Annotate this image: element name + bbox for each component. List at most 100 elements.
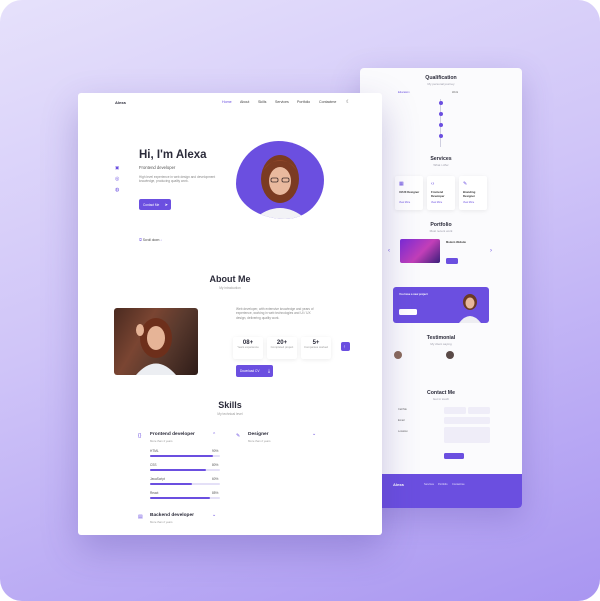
service-card[interactable]: ▦ UI/UX Designer View More	[395, 176, 423, 210]
arrow-up-icon: ↑	[343, 343, 346, 349]
skill-percent: 90%	[212, 449, 219, 453]
contact-call: Call Me	[398, 408, 407, 411]
nav-logo[interactable]: Alexa	[115, 100, 126, 105]
chevron-down-icon[interactable]: ⌄	[312, 431, 316, 437]
service-link[interactable]: View More	[399, 201, 410, 204]
chevron-left-icon[interactable]: ‹	[388, 248, 390, 254]
nav-home[interactable]: Home	[222, 100, 232, 104]
about-photo	[114, 308, 198, 375]
download-icon: ⤓	[268, 368, 270, 373]
hero-description: High level experience in web design and …	[139, 175, 216, 184]
nav-services[interactable]: Services	[275, 100, 289, 104]
scroll-down-link[interactable]: ⍝ Scroll down ↓	[139, 237, 162, 243]
nav-portfolio[interactable]: Portfolio	[297, 100, 310, 104]
nav-skills[interactable]: Skills	[258, 100, 266, 104]
project-field[interactable]	[444, 417, 490, 424]
skill-group-meta: More than 2 years	[248, 439, 271, 443]
send-icon: ➤	[164, 201, 168, 207]
dribbble-icon[interactable]: ◎	[115, 176, 119, 182]
testimonial-title: Testimonial	[426, 335, 456, 341]
skills-subtitle: My technical level	[217, 412, 243, 416]
nav-contactme[interactable]: Contactme	[319, 100, 336, 104]
tab-work[interactable]: Work	[452, 91, 458, 94]
contact-email: Email	[398, 419, 405, 422]
qualification-title: Qualification	[425, 75, 457, 81]
email-field[interactable]	[468, 407, 490, 414]
avatar	[446, 351, 454, 359]
skills-title: Skills	[218, 400, 242, 410]
brackets-icon: {}	[138, 433, 142, 439]
pen-icon: ✎	[463, 181, 468, 187]
download-cv-button[interactable]: Download CV ⤓	[236, 365, 273, 377]
footer-logo: Alexa	[393, 482, 404, 487]
demo-button[interactable]	[446, 258, 458, 264]
skill-percent: 80%	[212, 463, 219, 467]
avatar	[394, 351, 402, 359]
cta-button[interactable]	[399, 309, 417, 315]
github-icon[interactable]: ◍	[115, 187, 119, 193]
skill-group-title[interactable]: Backend developer	[150, 513, 194, 518]
skill-bar-fill	[150, 469, 206, 471]
services-title: Services	[430, 156, 452, 162]
skill-group-title[interactable]: Frontend developer	[150, 432, 195, 437]
tab-education[interactable]: Education	[398, 91, 410, 94]
skill-name: JavaScript	[150, 477, 165, 481]
stat-card: 08+ Years experience	[233, 337, 263, 359]
project-cta-banner: You have a new project	[393, 287, 489, 323]
stat-label: Completed project	[270, 345, 294, 349]
skill-percent: 60%	[212, 477, 219, 481]
timeline-dot	[438, 134, 443, 138]
skill-group-title[interactable]: Designer	[248, 432, 269, 437]
message-field[interactable]	[444, 427, 490, 443]
skill-bar-track	[150, 455, 220, 457]
moon-icon[interactable]: ☾	[346, 99, 350, 105]
testimonial-subtitle: My client saying	[430, 342, 452, 346]
layout-icon: ▦	[399, 181, 404, 187]
portfolio-title: Portfolio	[430, 222, 452, 228]
brush-icon: ✎	[236, 433, 241, 439]
footer-link[interactable]: Portfolio	[438, 483, 448, 486]
hero-subtitle: Frontend developer	[139, 165, 176, 170]
contact-me-button[interactable]: Contact Me ➤	[139, 199, 171, 210]
service-link[interactable]: View More	[463, 201, 474, 204]
button-label: Contact Me	[143, 202, 160, 207]
service-card[interactable]: ✎ Branding Designer View More	[459, 176, 487, 210]
footer-link[interactable]: Services	[424, 483, 434, 486]
portfolio-subtitle: Most recent work	[429, 229, 453, 233]
project-title: Modern Website	[446, 241, 466, 244]
stat-label: Companies worked	[304, 345, 328, 349]
cta-portrait	[459, 294, 481, 323]
chevron-down-icon[interactable]: ⌄	[212, 512, 216, 518]
front-page-mockup: Alexa Home About Skills Services Portfol…	[78, 93, 382, 535]
portrait-illustration	[254, 155, 306, 219]
timeline-dot	[438, 112, 443, 116]
about-portrait	[136, 318, 176, 375]
skill-name: React	[150, 491, 159, 495]
service-name: UI/UX Designer	[399, 190, 420, 194]
code-icon: ‹›	[431, 181, 435, 187]
services-subtitle: What i offer	[433, 163, 449, 167]
about-subtitle: My introduction	[219, 286, 241, 290]
about-description: Web developer, with extensive knowledge …	[236, 307, 314, 320]
footer-link[interactable]: Contactme	[452, 483, 465, 486]
skill-bar-track	[150, 497, 220, 499]
nav-about[interactable]: About	[240, 100, 249, 104]
send-message-button[interactable]	[444, 453, 464, 459]
service-name: Branding Designer	[463, 190, 476, 198]
chevron-right-icon[interactable]: ›	[490, 248, 492, 254]
name-field[interactable]	[444, 407, 466, 414]
skill-group-meta: More than 2 years	[150, 520, 173, 524]
back-page-mockup: Qualification My personal journey Educat…	[360, 68, 522, 508]
service-link[interactable]: View More	[431, 201, 442, 204]
timeline-dot	[438, 101, 443, 105]
server-icon: ▤	[138, 514, 143, 520]
skill-bar-track	[150, 483, 220, 485]
service-card[interactable]: ‹› Frontend Developer View More	[427, 176, 455, 210]
scroll-up-button[interactable]: ↑	[341, 342, 350, 351]
skill-name: HTML	[150, 449, 159, 453]
chevron-up-icon[interactable]: ⌃	[212, 432, 216, 438]
linkedin-icon[interactable]: ▣	[115, 165, 119, 171]
hero-title: Hi, I'm Alexa	[139, 149, 207, 161]
stat-card: 5+ Companies worked	[301, 337, 331, 359]
contact-title: Contact Me	[427, 390, 455, 396]
